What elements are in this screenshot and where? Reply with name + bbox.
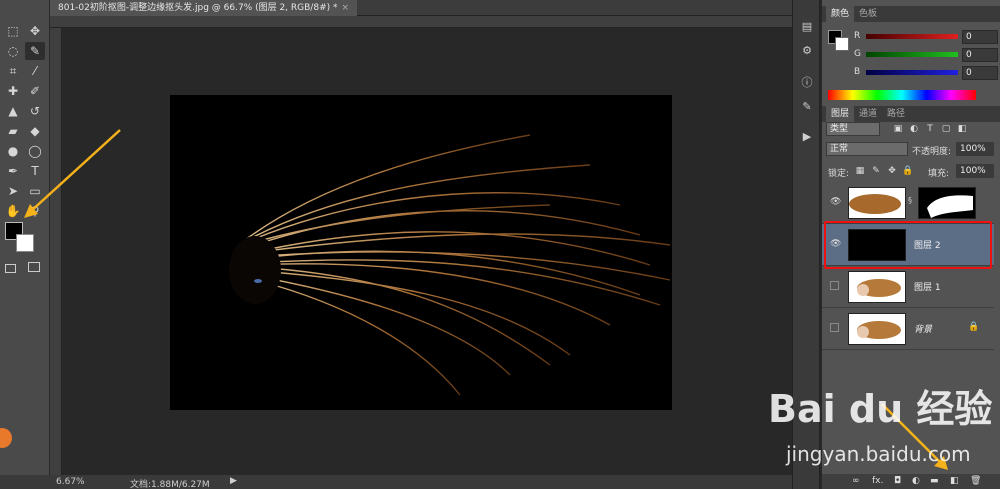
watermark-logo: Bai du 经验 — [768, 387, 993, 431]
arrow-to-swatch — [29, 129, 121, 213]
watermark: Bai du 经验 jingyan.baidu.com — [768, 378, 992, 478]
watermark-url: jingyan.baidu.com — [786, 442, 971, 466]
